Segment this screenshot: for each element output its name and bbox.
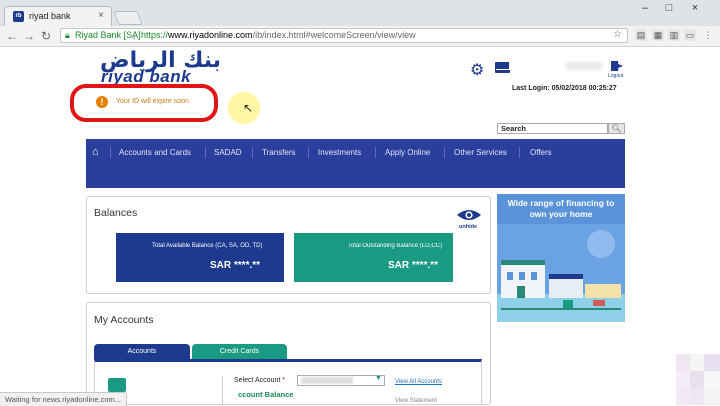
nav-sadad[interactable]: SADAD: [214, 148, 242, 157]
back-icon[interactable]: ←: [5, 29, 19, 43]
url-text: https://www.riyadonline.com/ib/index.htm…: [141, 30, 416, 40]
nav-separator: [444, 147, 445, 158]
nav-separator: [252, 147, 253, 158]
tab-title: riyad bank: [29, 11, 71, 21]
outstanding-balance-card: [294, 233, 453, 282]
nav-other-services[interactable]: Other Services: [454, 148, 507, 157]
main-navigation: [86, 139, 625, 188]
video-watermark: [676, 354, 720, 405]
minimize-button[interactable]: –: [636, 2, 654, 14]
nav-accounts-and-cards[interactable]: Accounts and Cards: [119, 148, 191, 157]
logout-icon[interactable]: [611, 61, 623, 71]
search-icon[interactable]: 🔍︎: [608, 123, 625, 134]
extension-icon[interactable]: ▤: [635, 29, 647, 41]
select-account-label: Select Account *: [234, 377, 285, 384]
account-balance-label: ccount Balance: [238, 390, 294, 399]
select-account-dropdown[interactable]: ▼: [297, 375, 385, 386]
divider: [222, 376, 223, 405]
financing-ad-banner[interactable]: Wide range of financing to own your home: [497, 194, 625, 322]
tab-accounts[interactable]: Accounts: [94, 344, 190, 359]
nav-transfers[interactable]: Transfers: [262, 148, 296, 157]
view-all-accounts-link[interactable]: View All Accounts: [395, 379, 442, 385]
nav-separator: [519, 147, 520, 158]
nav-offers[interactable]: Offers: [530, 148, 552, 157]
nav-investments[interactable]: Investments: [318, 148, 361, 157]
nav-separator: [308, 147, 309, 158]
address-bar[interactable]: 🔒︎ Riyad Bank [SA] | https://www.riyadon…: [60, 28, 628, 43]
view-statement-link[interactable]: View Statement: [395, 398, 437, 404]
available-balance-card: [116, 233, 284, 282]
chevron-down-icon: ▼: [375, 375, 382, 382]
logout-label[interactable]: Logout: [608, 73, 623, 79]
extension-icon[interactable]: ▥: [668, 29, 680, 41]
my-accounts-title: My Accounts: [94, 314, 154, 326]
search-input[interactable]: Search: [497, 123, 608, 134]
menu-icon[interactable]: ⋮: [702, 29, 714, 41]
last-login-text: Last Login: 05/02/2018 00:25:27: [512, 85, 617, 92]
eye-icon[interactable]: [456, 208, 482, 222]
lock-icon: 🔒︎: [65, 30, 70, 40]
secure-site-label: Riyad Bank [SA]: [75, 30, 141, 40]
browser-status-bar: Waiting for news.riyadonline.com...: [0, 392, 128, 406]
cast-icon[interactable]: ▭: [684, 29, 696, 41]
close-window-button[interactable]: ×: [686, 2, 704, 14]
bookmark-star-icon[interactable]: ☆: [613, 29, 622, 40]
unhide-label[interactable]: unhide: [459, 224, 477, 230]
account-card-icon: [108, 378, 126, 392]
new-tab-button[interactable]: [113, 11, 143, 25]
tab-credit-cards[interactable]: Credit Cards: [192, 344, 287, 359]
alert-icon: !: [96, 96, 108, 108]
available-balance-value: SAR ****.**: [210, 260, 261, 271]
forward-icon[interactable]: →: [22, 29, 36, 43]
id-expiry-alert[interactable]: Your ID will expire soon: [116, 98, 189, 105]
available-balance-label: Total Available Balance (CA, SA, OD, TD): [152, 243, 263, 249]
favicon-icon: rb: [13, 11, 24, 22]
username-redacted: [566, 62, 602, 70]
address-divider: |: [133, 30, 136, 40]
mouse-cursor-icon: ↖: [243, 101, 254, 115]
home-icon[interactable]: ⌂: [92, 146, 99, 158]
browser-tab[interactable]: rb riyad bank ×: [4, 6, 112, 26]
selected-account-redacted: [301, 377, 353, 384]
outstanding-balance-label: Total Outstanding Balance (LO,CC): [348, 243, 443, 249]
nav-apply-online[interactable]: Apply Online: [385, 148, 430, 157]
nav-separator: [375, 147, 376, 158]
nav-separator: [110, 147, 111, 158]
nav-separator: [205, 147, 206, 158]
ad-illustration: [497, 224, 625, 322]
mail-icon[interactable]: [495, 62, 510, 73]
extension-icon[interactable]: ▦: [652, 29, 664, 41]
tab-close-icon[interactable]: ×: [98, 10, 104, 21]
reload-icon[interactable]: ↻: [39, 29, 53, 43]
balances-title: Balances: [94, 207, 138, 219]
outstanding-balance-value: SAR ****.**: [388, 260, 439, 271]
gear-icon[interactable]: ⚙: [470, 60, 484, 80]
maximize-button[interactable]: □: [660, 2, 678, 14]
ad-headline: Wide range of financing to own your home: [507, 198, 615, 219]
search-label: Search: [501, 124, 527, 133]
